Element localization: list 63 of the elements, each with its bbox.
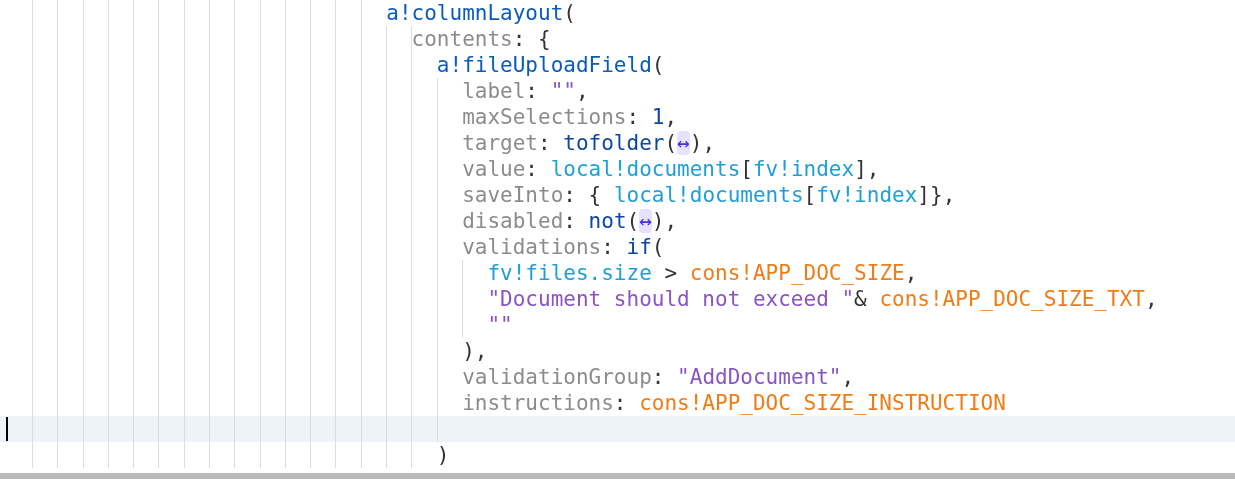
code-token: : [525,157,539,181]
code-token: ( [563,1,576,25]
code-token: 1 [651,105,665,129]
code-token: tofolder [563,131,665,155]
code-token: saveInto [462,183,564,207]
code-token: ( [651,53,665,77]
code-token: : [626,105,641,129]
code-token: value [462,157,526,181]
code-token: a!columnLayout [386,1,564,25]
code-token: if [626,235,652,259]
code-token: ), [462,339,488,363]
code-token: ), [689,131,716,155]
code-token: "" [550,79,576,103]
code-token: label [462,79,526,103]
code-token: ) [436,443,450,467]
code-token: , [1144,287,1158,311]
code-token: not [588,209,627,233]
code-token: , [904,261,918,285]
code-token: "AddDocument" [677,365,842,389]
code-token: cons!APP_DOC_SIZE [689,261,905,285]
code-token: : [651,365,666,389]
code-token: ( [664,131,678,155]
code-token: local!documents [613,183,804,207]
code-token: : [601,235,615,259]
code-token: "Document should not exceed " [487,287,855,311]
code-token: : { [563,183,603,207]
code-token: cons!APP_DOC_SIZE_TXT [879,287,1145,311]
code-token: fv!files.size [487,261,652,285]
code-token: disabled [462,209,564,233]
code-token: [ [803,183,817,207]
horizontal-scrollbar[interactable] [0,473,1235,479]
code-token: validationGroup [462,365,652,389]
collapsed-placeholder[interactable]: ↔ [677,131,690,155]
code-token: target [462,131,538,155]
code-token: instructions [462,391,614,415]
code-token: validations [462,235,602,259]
text-cursor [6,417,8,441]
code-token: fv!index [816,183,918,207]
code-token: > [663,261,679,285]
code-token: : [538,131,552,155]
code-token: : [525,79,539,103]
code-token: , [841,365,855,389]
code-token: ]}, [917,183,956,207]
collapsed-placeholder[interactable]: ↔ [639,209,652,233]
code-token: "" [487,313,513,337]
code-token: ], [854,157,880,181]
code-token: ( [651,235,665,259]
code-token: , [664,105,678,129]
code-token: ), [651,209,678,233]
code-editor[interactable] [0,0,1235,479]
code-token: a!fileUploadField [436,53,652,77]
code-token: : [563,209,577,233]
code-token: ( [626,209,640,233]
code-token: cons!APP_DOC_SIZE_INSTRUCTION [639,391,1006,415]
code-token: maxSelections [462,105,627,129]
code-token: [ [740,157,753,181]
code-token: : [613,391,628,415]
code-token: & [854,287,868,311]
code-token: fv!index [752,157,855,181]
code-token: , [575,79,589,103]
code-token: local!documents [550,157,741,181]
code-token: contents [411,27,513,51]
code-token: : { [512,27,551,51]
